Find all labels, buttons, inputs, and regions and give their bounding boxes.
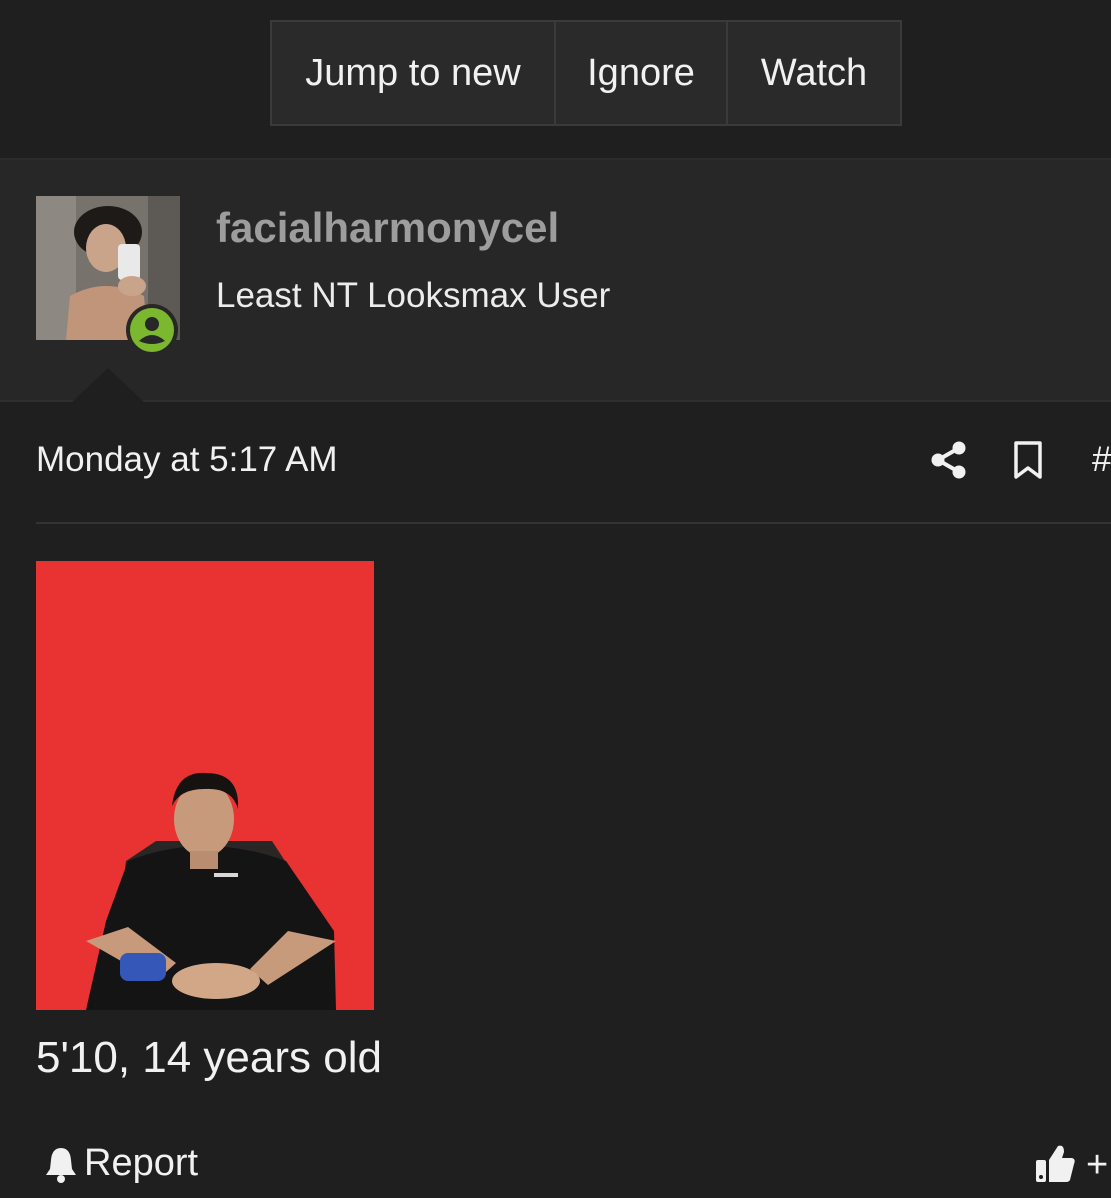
jump-to-new-button[interactable]: Jump to new	[272, 22, 556, 124]
user-title: Least NT Looksmax User	[216, 276, 611, 315]
post-image[interactable]	[36, 561, 374, 1010]
bell-icon	[44, 1145, 78, 1183]
online-status-badge	[126, 304, 178, 356]
username[interactable]: facialharmonycel	[216, 204, 559, 252]
post-permalink[interactable]: #	[1092, 440, 1111, 480]
thread-action-group: Jump to new Ignore Watch	[270, 20, 902, 126]
report-button[interactable]: Report	[44, 1142, 198, 1185]
user-online-icon	[130, 308, 174, 352]
post-photo	[36, 561, 374, 1010]
bookmark-icon[interactable]	[1012, 440, 1044, 485]
thread-page: Jump to new Ignore Watch facialharmonyce…	[0, 0, 1111, 1198]
header-pointer	[72, 368, 144, 402]
watch-button[interactable]: Watch	[728, 22, 900, 124]
like-button[interactable]: +	[1034, 1142, 1108, 1189]
thumbs-up-icon	[1034, 1142, 1076, 1189]
thread-toolbar: Jump to new Ignore Watch	[0, 0, 1111, 160]
post-user-header: facialharmonycel Least NT Looksmax User	[0, 160, 1111, 402]
share-icon[interactable]	[930, 440, 966, 485]
post-body-text: 5'10, 14 years old	[36, 1033, 382, 1082]
divider	[36, 522, 1111, 524]
ignore-button[interactable]: Ignore	[556, 22, 728, 124]
like-plus: +	[1086, 1144, 1109, 1186]
post-date[interactable]: Monday at 5:17 AM	[36, 440, 338, 480]
report-label: Report	[84, 1142, 199, 1184]
